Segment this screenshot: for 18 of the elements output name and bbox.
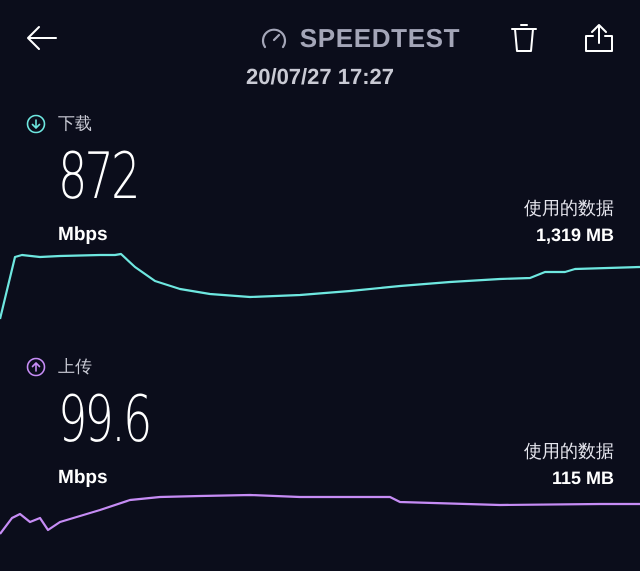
share-button[interactable] [584,23,614,53]
data-used-label: 使用的数据 [524,197,614,220]
share-icon [584,23,614,53]
back-arrow-icon [26,25,58,51]
app-title: SPEEDTEST [300,22,460,54]
speed-unit: Mbps [58,222,109,246]
gauge-icon [260,26,288,50]
section-label: 下载 [58,113,92,135]
speed-value: 872 [58,140,138,212]
section-label: 上传 [58,356,92,378]
speed-value: 99.6 [58,384,150,456]
speed-unit: Mbps [58,466,109,490]
data-used-amount: 1,319 MB [536,224,614,247]
data-used-amount: 115 MB [552,467,614,490]
trash-icon [510,23,538,53]
delete-button[interactable] [510,23,538,53]
test-datetime: 20/07/27 17:27 [246,63,394,91]
data-used-label: 使用的数据 [524,440,614,463]
